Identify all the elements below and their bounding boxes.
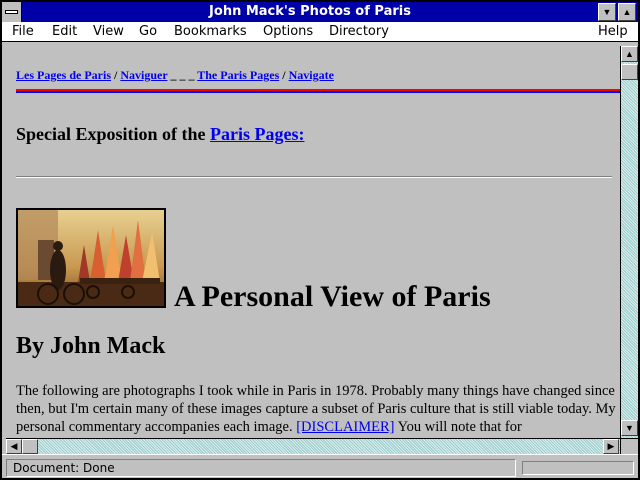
vertical-scrollbar[interactable]: ▲ ▼ (620, 46, 638, 438)
system-menu-icon[interactable] (2, 2, 22, 22)
breadcrumb: Les Pages de Paris / Naviguer _ _ _ The … (16, 68, 334, 83)
special-text: Special Exposition of the (16, 124, 211, 144)
progress-indicator (522, 461, 634, 475)
page-content: Les Pages de Paris / Naviguer _ _ _ The … (6, 46, 620, 438)
menu-view[interactable]: View (93, 24, 124, 39)
page-heading: A Personal View of Paris (174, 280, 491, 313)
hscroll-thumb[interactable] (22, 439, 38, 454)
title-bar[interactable]: John Mack's Photos of Paris ▼ ▲ (2, 2, 638, 22)
byline: By John Mack (16, 333, 166, 359)
minimize-icon[interactable]: ▼ (598, 3, 616, 21)
scroll-thumb[interactable] (621, 64, 638, 80)
window-title: John Mack's Photos of Paris (209, 4, 411, 19)
divider-blue (16, 91, 620, 93)
horizontal-scrollbar[interactable]: ◀ ▶ (6, 438, 620, 454)
link-les-pages-de-paris[interactable]: Les Pages de Paris (16, 68, 111, 82)
photo-image (18, 210, 164, 306)
link-disclaimer[interactable]: [DISCLAIMER] (296, 419, 394, 435)
menu-file[interactable]: File (12, 24, 34, 39)
status-text: Document: Done (6, 459, 516, 477)
link-the-paris-pages[interactable]: The Paris Pages (197, 68, 279, 82)
arrow-up-icon[interactable]: ▲ (621, 46, 638, 62)
menu-options[interactable]: Options (263, 24, 313, 39)
horizontal-rule (16, 176, 612, 178)
scrollbar-corner (620, 438, 638, 454)
status-bar: Document: Done (2, 454, 638, 478)
link-naviguer[interactable]: Naviguer (120, 68, 167, 82)
link-navigate[interactable]: Navigate (289, 68, 334, 82)
arrow-left-icon[interactable]: ◀ (6, 439, 22, 454)
arrow-down-icon[interactable]: ▼ (621, 420, 638, 436)
nav-separator: / (279, 68, 289, 82)
intro-paragraph: The following are photographs I took whi… (16, 382, 616, 436)
link-paris-pages[interactable]: Paris Pages: (210, 124, 304, 144)
menu-bookmarks[interactable]: Bookmarks (174, 24, 247, 39)
special-exposition: Special Exposition of the Paris Pages: (16, 124, 305, 145)
menu-bar: File Edit View Go Bookmarks Options Dire… (2, 22, 638, 42)
nav-separator: / (111, 68, 121, 82)
intro-text-continued: You will note that for (394, 419, 522, 435)
menu-edit[interactable]: Edit (52, 24, 77, 39)
browser-window: John Mack's Photos of Paris ▼ ▲ File Edi… (0, 0, 640, 480)
arrow-right-icon[interactable]: ▶ (603, 439, 619, 454)
paris-photo[interactable] (16, 208, 166, 308)
nav-separator: _ _ _ (167, 68, 198, 82)
menu-go[interactable]: Go (139, 24, 157, 39)
menu-directory[interactable]: Directory (329, 24, 389, 39)
maximize-icon[interactable]: ▲ (618, 3, 636, 21)
menu-help[interactable]: Help (598, 24, 628, 39)
